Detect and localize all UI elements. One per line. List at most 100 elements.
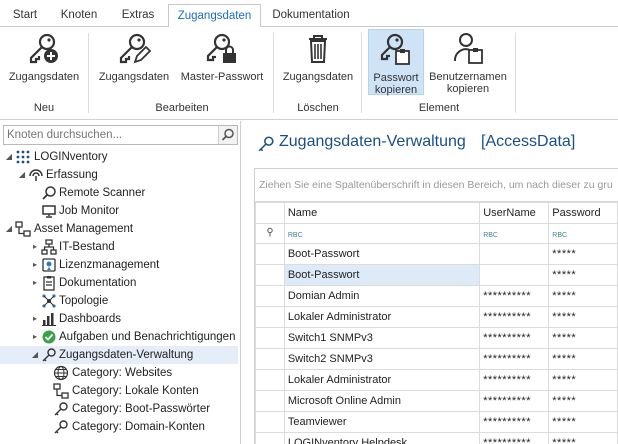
bar-chart-icon bbox=[42, 313, 56, 326]
tree-node-category-domain-konten[interactable]: Category: Domain-Konten bbox=[0, 418, 240, 436]
column-header-name[interactable]: Name bbox=[283, 202, 481, 224]
tree-node-zugangsdaten-verwaltung[interactable]: ◢ Zugangsdaten-Verwaltung bbox=[0, 346, 238, 364]
copy-username-button[interactable]: Benutzernamen kopieren bbox=[426, 29, 510, 95]
cell-name: Lokaler Administrator bbox=[283, 369, 481, 391]
row-indicator bbox=[255, 306, 285, 328]
tree-node-dashboards[interactable]: ▸ Dashboards bbox=[0, 310, 240, 328]
table-row[interactable]: Boot-Passwort ***** bbox=[255, 264, 618, 286]
content-panel: Zugangsdaten-Verwaltung [AccessData] Zie… bbox=[249, 121, 618, 444]
tab-dokumentation[interactable]: Dokumentation bbox=[264, 4, 358, 27]
ribbon: Zugangsdaten Neu Zugangsdaten Master-Pas… bbox=[0, 27, 618, 120]
tree-node-label: LOGINventory bbox=[34, 151, 108, 163]
filter-cell-password[interactable]: RBC bbox=[548, 223, 618, 244]
copy-password-button[interactable]: Passwort kopieren bbox=[368, 29, 424, 96]
table-row[interactable]: Teamviewer ********** ***** bbox=[255, 411, 618, 433]
delete-credential-button[interactable]: Zugangsdaten bbox=[280, 29, 356, 95]
expand-toggle-icon[interactable]: ▸ bbox=[30, 310, 40, 328]
table-row[interactable]: LOGINventory Helpdesk ********** ***** bbox=[255, 432, 618, 444]
table-row[interactable]: Lokaler Administrator ********** ***** bbox=[255, 306, 618, 328]
new-credential-button[interactable]: Zugangsdaten bbox=[4, 29, 84, 95]
key-edit-icon bbox=[119, 33, 151, 64]
edit-credential-button[interactable]: Zugangsdaten bbox=[96, 29, 172, 95]
tree-node-topologie[interactable]: Topologie bbox=[0, 292, 240, 310]
delete-credential-label: Zugangsdaten bbox=[282, 71, 354, 83]
navigation-panel: ◢ LOGINventory ◢ Erfassung Remote Scanne… bbox=[0, 121, 241, 444]
search-button[interactable] bbox=[218, 126, 237, 144]
header-row: Name UserName Password bbox=[255, 202, 618, 224]
table-row[interactable]: Domian Admin ********** ***** bbox=[255, 285, 618, 307]
group-separator bbox=[88, 33, 89, 113]
column-header-password[interactable]: Password bbox=[548, 202, 618, 224]
tree-node-label: Category: Domain-Konten bbox=[72, 421, 205, 433]
expand-toggle-icon[interactable]: ▸ bbox=[30, 238, 40, 256]
expand-toggle-icon[interactable]: ▸ bbox=[30, 274, 40, 292]
tree-node-category-websites[interactable]: Category: Websites bbox=[0, 364, 240, 382]
node-search-input[interactable] bbox=[4, 126, 218, 144]
topology-icon bbox=[42, 294, 56, 308]
cell-name: Microsoft Online Admin bbox=[283, 390, 481, 412]
credentials-table: Name UserName Password RBC RBC RBC Boot-… bbox=[255, 202, 618, 444]
filter-cell-name[interactable]: RBC bbox=[283, 223, 481, 244]
filter-pin-cell[interactable] bbox=[255, 223, 285, 244]
cell-name: LOGINventory Helpdesk bbox=[283, 432, 481, 444]
cell-username: ********** bbox=[479, 327, 550, 349]
expand-toggle-icon[interactable]: ▸ bbox=[30, 328, 40, 346]
page-title-text: Zugangsdaten-Verwaltung bbox=[279, 133, 466, 150]
copy-username-label-2: kopieren bbox=[446, 83, 490, 95]
tree-node-remote-scanner[interactable]: Remote Scanner bbox=[0, 184, 240, 202]
cell-username: ********** bbox=[479, 285, 550, 307]
copy-password-label-2: kopieren bbox=[374, 84, 418, 96]
tree-node-label: Topologie bbox=[59, 295, 109, 307]
filter-cell-username[interactable]: RBC bbox=[479, 223, 550, 244]
tree-node-loginventory[interactable]: ◢ LOGINventory bbox=[0, 148, 240, 166]
cell-username: ********** bbox=[479, 411, 550, 433]
table-row[interactable]: Boot-Passwort ***** bbox=[255, 243, 618, 265]
tab-zugangsdaten[interactable]: Zugangsdaten bbox=[168, 4, 261, 28]
node-search bbox=[3, 125, 238, 145]
tree-node-erfassung[interactable]: ◢ Erfassung bbox=[0, 166, 240, 184]
tab-knoten[interactable]: Knoten bbox=[52, 4, 106, 27]
cell-password: ***** bbox=[548, 390, 618, 412]
tree-node-label: Dashboards bbox=[59, 313, 122, 325]
row-indicator bbox=[255, 243, 285, 265]
tree-node-dokumentation[interactable]: ▸ Dokumentation bbox=[0, 274, 240, 292]
tree-node-label: Category: Lokale Konten bbox=[72, 385, 199, 397]
master-password-button[interactable]: Master-Passwort bbox=[176, 29, 268, 95]
tree-node-category-boot-passwoerter[interactable]: Category: Boot-Passwörter bbox=[0, 400, 240, 418]
collapse-toggle-icon[interactable]: ◢ bbox=[4, 148, 14, 166]
table-row[interactable]: Lokaler Administrator ********** ***** bbox=[255, 369, 618, 391]
asset-network-icon bbox=[15, 221, 31, 237]
row-indicator bbox=[255, 432, 285, 444]
tab-start[interactable]: Start bbox=[4, 4, 46, 27]
collapse-toggle-icon[interactable]: ◢ bbox=[17, 166, 27, 184]
cell-name: Teamviewer bbox=[283, 411, 481, 433]
local-accounts-icon bbox=[53, 383, 69, 399]
cell-name: Lokaler Administrator bbox=[283, 306, 481, 328]
page-title-suffix: [AccessData] bbox=[481, 133, 576, 150]
column-header-username[interactable]: UserName bbox=[479, 202, 550, 224]
tree-node-aufgaben[interactable]: ▸ Aufgaben und Benachrichtigungen bbox=[0, 328, 240, 346]
table-row[interactable]: Switch2 SNMPv3 ********** ***** bbox=[255, 348, 618, 370]
cell-name: Boot-Passwort bbox=[283, 264, 481, 286]
tree-node-it-bestand[interactable]: ▸ IT-Bestand bbox=[0, 238, 240, 256]
key-icon bbox=[258, 136, 274, 152]
collapse-toggle-icon[interactable]: ◢ bbox=[30, 346, 40, 364]
tree-node-asset-management[interactable]: ◢ Asset Management bbox=[0, 220, 240, 238]
tree-node-lizenzmanagement[interactable]: ▸ Lizenzmanagement bbox=[0, 256, 240, 274]
row-indicator bbox=[255, 264, 285, 286]
pin-icon bbox=[267, 227, 273, 237]
group-by-panel[interactable]: Ziehen Sie eine Spaltenüberschrift in di… bbox=[255, 169, 618, 202]
expand-toggle-icon[interactable]: ▸ bbox=[30, 256, 40, 274]
tree-node-job-monitor[interactable]: Job Monitor bbox=[0, 202, 240, 220]
cell-password: ***** bbox=[548, 327, 618, 349]
tree-node-category-lokale-konten[interactable]: Category: Lokale Konten bbox=[0, 382, 240, 400]
key-icon bbox=[54, 420, 68, 434]
clipboard-icon bbox=[43, 276, 55, 291]
table-row[interactable]: Microsoft Online Admin ********** ***** bbox=[255, 390, 618, 412]
user-copy-icon bbox=[453, 33, 483, 64]
tab-extras[interactable]: Extras bbox=[112, 4, 164, 27]
collapse-toggle-icon[interactable]: ◢ bbox=[4, 220, 14, 238]
table-row[interactable]: Switch1 SNMPv3 ********** ***** bbox=[255, 327, 618, 349]
copy-password-label-1: Passwort bbox=[373, 72, 419, 84]
text-filter-icon: RBC bbox=[552, 231, 568, 239]
